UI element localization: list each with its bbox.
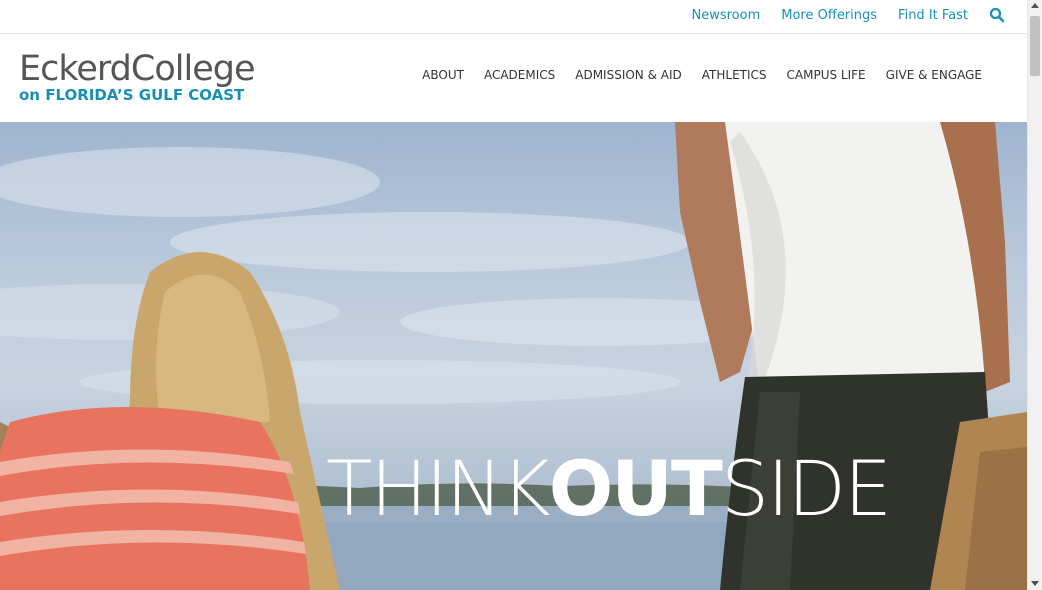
utility-bar: Newsroom More Offerings Find It Fast bbox=[0, 0, 1027, 34]
more-offerings-link[interactable]: More Offerings bbox=[781, 8, 877, 23]
newsroom-link[interactable]: Newsroom bbox=[692, 8, 761, 23]
scroll-down-arrow-icon[interactable] bbox=[1031, 581, 1039, 586]
hero-banner: THINK OUT SIDE bbox=[0, 122, 1027, 590]
nav-item-about[interactable]: ABOUT bbox=[422, 68, 464, 82]
logo-wordmark: EckerdCollege bbox=[19, 49, 255, 89]
search-icon[interactable] bbox=[989, 7, 1005, 23]
hero-headline-out: OUT bbox=[548, 444, 723, 533]
nav-item-academics[interactable]: ACADEMICS bbox=[484, 68, 555, 82]
hero-headline-side: SIDE bbox=[720, 444, 892, 533]
logo-tagline: on FLORIDA’S GULF COAST bbox=[19, 86, 245, 104]
page-scrollbar[interactable] bbox=[1027, 0, 1042, 590]
main-nav: ABOUT ACADEMICS ADMISSION & AID ATHLETIC… bbox=[402, 68, 982, 82]
nav-item-give-engage[interactable]: GIVE & ENGAGE bbox=[886, 68, 982, 82]
hero-headline-think: THINK bbox=[326, 444, 551, 533]
nav-item-admission-aid[interactable]: ADMISSION & AID bbox=[575, 68, 682, 82]
find-it-fast-link[interactable]: Find It Fast bbox=[898, 8, 968, 23]
eckerd-college-logo[interactable]: EckerdCollege on FLORIDA’S GULF COAST bbox=[19, 50, 255, 104]
nav-item-athletics[interactable]: ATHLETICS bbox=[702, 68, 767, 82]
utility-links: Newsroom More Offerings Find It Fast bbox=[671, 7, 1006, 23]
site-header: EckerdCollege on FLORIDA’S GULF COAST AB… bbox=[0, 34, 1027, 122]
scrollbar-thumb[interactable] bbox=[1030, 16, 1040, 76]
scroll-up-arrow-icon[interactable] bbox=[1031, 3, 1039, 8]
hero-headline: THINK OUT SIDE bbox=[326, 444, 892, 534]
nav-item-campus-life[interactable]: CAMPUS LIFE bbox=[787, 68, 866, 82]
